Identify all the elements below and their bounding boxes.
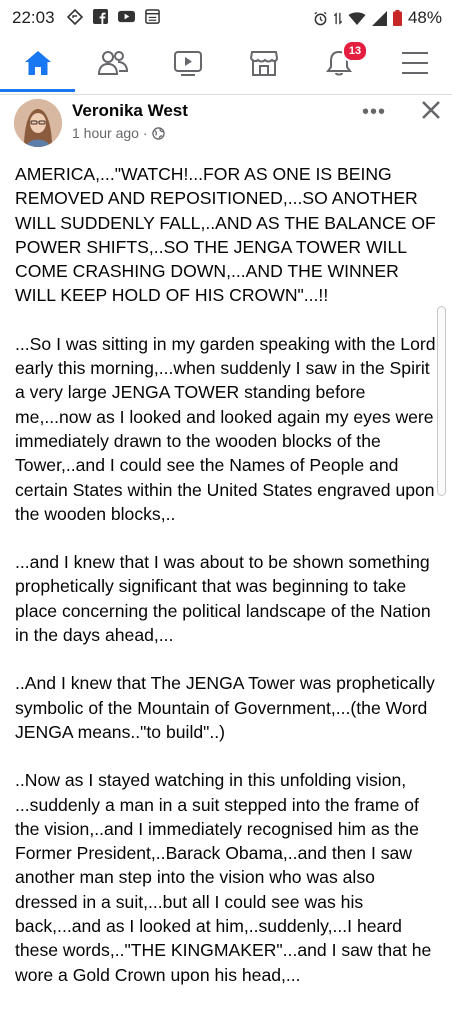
battery-percent: 48%: [407, 8, 442, 27]
battery-icon: [392, 10, 402, 26]
post-timestamp[interactable]: 1 hour ago ·: [72, 125, 148, 141]
facebook-app-icon: [93, 9, 108, 24]
close-icon[interactable]: [418, 97, 444, 123]
status-time: 22:03: [12, 8, 55, 27]
data-arrows-icon: [333, 11, 342, 25]
post-author-name[interactable]: Veronika West: [72, 101, 188, 121]
top-navigation: 13: [0, 34, 452, 95]
nav-tab-marketplace[interactable]: [226, 34, 301, 92]
more-options-button[interactable]: •••: [362, 101, 386, 124]
news-app-icon: [145, 9, 160, 24]
post-meta: 1 hour ago ·: [72, 125, 165, 141]
scrollbar-thumb[interactable]: [437, 306, 446, 496]
status-system-icons: 48%: [313, 8, 442, 28]
nav-tab-notifications[interactable]: 13: [301, 34, 376, 92]
post-paragraph: ...So I was sitting in my garden speakin…: [15, 333, 436, 524]
wifi-icon: [348, 11, 366, 25]
post-paragraph: AMERICA,..."WATCH!...FOR AS ONE IS BEING…: [15, 164, 436, 306]
nav-tab-watch[interactable]: [150, 34, 225, 92]
nav-tab-menu[interactable]: [377, 34, 452, 92]
menu-icon: [401, 52, 428, 74]
nav-tab-friends[interactable]: [75, 34, 150, 92]
post-paragraph: ...and I knew that I was about to be sho…: [15, 552, 431, 646]
friends-icon: [97, 51, 128, 75]
nav-tab-home[interactable]: [0, 34, 75, 92]
status-notification-icons: [67, 9, 160, 25]
alarm-icon: [314, 11, 327, 25]
marketplace-icon: [249, 51, 278, 76]
notification-count-badge: 13: [342, 40, 368, 62]
signal-icon: [371, 10, 387, 26]
watch-icon: [173, 51, 202, 76]
post-body: AMERICA,..."WATCH!...FOR AS ONE IS BEING…: [15, 162, 440, 1011]
post-paragraph: ..And I knew that The JENGA Tower was pr…: [15, 673, 435, 742]
globe-icon: [151, 126, 165, 140]
youtube-app-icon: [118, 10, 135, 23]
status-bar: 22:03 48%: [0, 0, 452, 34]
post-paragraph: ..Now as I stayed watching in this unfol…: [15, 770, 432, 985]
post-header: Veronika West 1 hour ago · •••: [0, 95, 452, 155]
navigation-app-icon: [67, 9, 83, 25]
home-icon: [24, 51, 51, 75]
active-tab-indicator: [0, 89, 75, 92]
avatar[interactable]: [14, 99, 62, 147]
